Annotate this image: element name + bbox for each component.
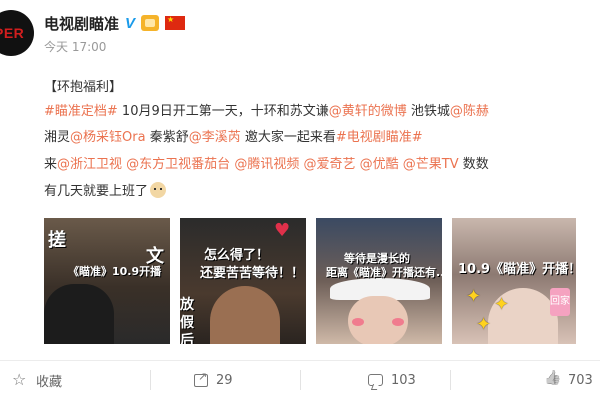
post-link[interactable]: @优酷	[360, 157, 399, 172]
post-text-segment: 10月9日开工第一天，十环和苏文谦	[117, 104, 329, 119]
favorite-button[interactable]: 收藏	[12, 366, 62, 394]
post-text-line-3: 湘灵@杨采钰Ora 秦紫舒@李溪芮 邀大家一起来看#电视剧瞄准#	[44, 128, 423, 148]
user-name[interactable]: 电视剧瞄准	[44, 13, 119, 34]
avatar-text: PER	[0, 25, 25, 41]
share-icon	[194, 370, 208, 387]
post-link[interactable]: @浙江卫视	[57, 157, 122, 172]
blush-mark	[352, 318, 364, 326]
post-text-segment: 数数	[458, 157, 489, 172]
share-count: 29	[216, 372, 233, 388]
comment-count: 103	[391, 372, 416, 388]
thumbs-up-icon	[544, 372, 560, 388]
post-text-line-5: 有几天就要上班了	[44, 182, 167, 202]
favorite-label: 收藏	[36, 374, 63, 390]
comment-button[interactable]: 103	[368, 366, 416, 394]
comment-icon	[368, 374, 383, 386]
china-flag-icon	[165, 15, 186, 30]
image-caption: 10.9《瞄准》开播！	[458, 262, 576, 277]
post-image-2[interactable]: ♥ 怎么得了！ 还要苦苦等待！！ 放假后	[180, 218, 306, 344]
share-button[interactable]: 29	[194, 366, 233, 394]
post-image-1[interactable]: 搓 文 《瞄准》10.9开播	[44, 218, 170, 344]
post-text-segment: 秦紫舒	[145, 130, 189, 145]
image-figure	[44, 284, 114, 344]
verified-icon: V	[125, 14, 136, 32]
post-link[interactable]: @爱奇艺	[303, 157, 355, 172]
post-image-4[interactable]: ✦ ✦ ✦ 回家 10.9《瞄准》开播！	[452, 218, 576, 344]
post-text-segment: 来	[44, 157, 58, 172]
post-text-segment: 邀大家一起来看	[240, 130, 336, 145]
post-text-line-1: 【环抱福利】	[44, 80, 123, 95]
like-count: 703	[568, 372, 593, 388]
star-icon	[12, 370, 28, 389]
image-caption: 搓	[48, 230, 66, 251]
post-text-segment: 湘灵	[44, 130, 71, 145]
post-image-3[interactable]: 等待是漫长的 距离《瞄准》开播还有...	[316, 218, 442, 344]
post-link[interactable]: @黄轩的微博	[329, 104, 407, 119]
action-separator	[300, 370, 301, 390]
sparkle-icon: ✦	[466, 286, 482, 307]
post-text-line-2: #瞄准定档# 10月9日开工第一天，十环和苏文谦@黄轩的微博 池铁城@陈赫	[44, 102, 489, 122]
cat-emoji-icon	[150, 182, 167, 198]
image-caption: 《瞄准》10.9开播	[68, 265, 162, 278]
post-text-line-5-text: 有几天就要上班了	[44, 184, 149, 199]
post-link[interactable]: @杨采钰Ora	[70, 130, 146, 145]
post-link[interactable]: @东方卫视番茄台	[126, 157, 230, 172]
like-button[interactable]: 703	[544, 366, 593, 394]
image-caption: 放假后	[180, 297, 194, 344]
post-header: 电视剧瞄准 V	[44, 12, 186, 34]
action-bar-divider	[0, 360, 600, 361]
image-face	[210, 286, 280, 344]
image-caption: 怎么得了！	[204, 248, 270, 263]
vip-badge-icon	[141, 15, 160, 31]
blush-mark	[392, 318, 404, 326]
action-separator	[450, 370, 451, 390]
action-separator	[150, 370, 151, 390]
post-link[interactable]: @芒果TV	[403, 157, 459, 172]
post-link[interactable]: @陈赫	[450, 104, 489, 119]
sparkle-icon: ✦	[476, 314, 492, 335]
image-sticker: 回家	[550, 288, 570, 316]
sparkle-icon: ✦	[494, 294, 510, 315]
post-link[interactable]: #电视剧瞄准#	[336, 130, 423, 145]
post-text-line-4: 来@浙江卫视 @东方卫视番茄台 @腾讯视频 @爱奇艺 @优酷 @芒果TV 数数	[44, 155, 489, 175]
post-link[interactable]: @李溪芮	[189, 130, 241, 145]
post-text-segment: 池铁城	[406, 104, 450, 119]
image-caption: 距离《瞄准》开播还有...	[326, 266, 442, 279]
avatar[interactable]: PER	[0, 10, 34, 56]
post-time[interactable]: 今天 17:00	[44, 38, 106, 55]
post-link[interactable]: #瞄准定档#	[44, 104, 118, 119]
broken-heart-icon: ♥	[274, 220, 291, 241]
post-link[interactable]: @腾讯视频	[234, 157, 299, 172]
image-caption: 还要苦苦等待！！	[200, 266, 305, 281]
